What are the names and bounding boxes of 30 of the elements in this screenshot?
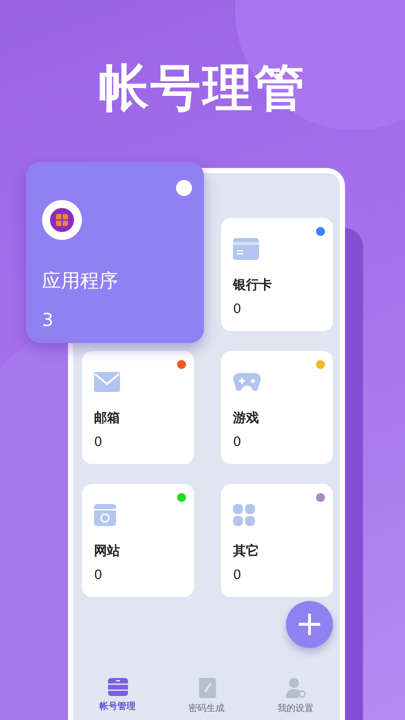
category-count: 0 [94, 568, 104, 583]
nav-tab[interactable]: 我的设置 [278, 678, 314, 720]
nav-tab[interactable]: 帐号管理 [100, 678, 136, 720]
category-card[interactable]: 银行卡 0 [221, 218, 333, 331]
category-count: 3 [42, 310, 54, 331]
category-name: 银行卡 [233, 277, 273, 294]
four-petal-icon [233, 504, 255, 526]
category-card[interactable]: 游戏 0 [221, 351, 333, 464]
gamepad-icon [233, 371, 261, 393]
category-card[interactable]: 其它 0 [221, 484, 333, 597]
app-icon [42, 200, 82, 240]
nav-tab[interactable]: 密码生成 [188, 678, 224, 720]
headline: 帐号理管 [98, 58, 306, 118]
envelope-icon [94, 371, 120, 393]
category-count: 0 [233, 302, 242, 317]
category-name: 应用程序 [42, 269, 119, 294]
category-name: 其它 [233, 542, 260, 560]
category-card[interactable]: 网站 0 [82, 484, 194, 597]
category-count: 0 [233, 568, 242, 583]
category-card[interactable]: 邮箱 0 [82, 351, 194, 464]
notebook-icon [198, 678, 216, 698]
browser-icon [94, 504, 116, 526]
category-name: 邮箱 [94, 410, 121, 427]
card-icon [233, 238, 259, 260]
user-gear-icon [286, 678, 306, 698]
category-count: 0 [94, 435, 104, 450]
category-name: 游戏 [233, 410, 260, 427]
drawer-icon [108, 678, 128, 696]
category-name: 网站 [94, 543, 121, 560]
category-count: 0 [233, 435, 242, 450]
